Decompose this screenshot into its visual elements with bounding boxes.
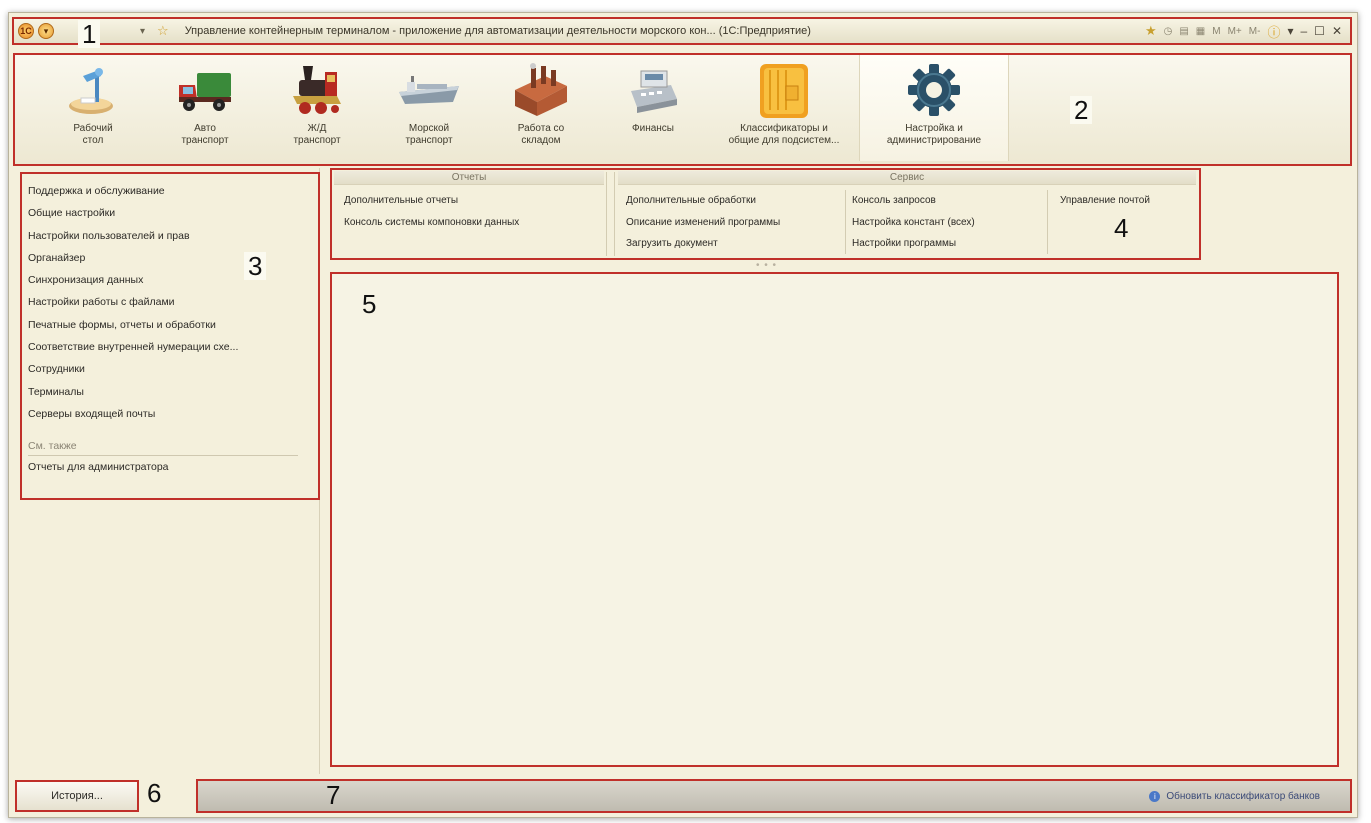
callout-6: 6 — [147, 778, 162, 808]
folder-icon — [752, 59, 816, 121]
cash-register-icon — [621, 59, 685, 121]
callout-5: 5 — [362, 289, 377, 319]
section-desktop[interactable]: Рабочий стол — [37, 55, 149, 161]
favorites-star-icon[interactable]: ☆ — [157, 23, 169, 39]
work-area — [330, 272, 1339, 767]
section-label: Классификаторы и общие для подсистем... — [728, 123, 840, 146]
section-auto-transport[interactable]: Авто транспорт — [149, 55, 261, 161]
section-label: Настройка и администрирование — [886, 123, 982, 146]
main-menu-button[interactable]: ▾ — [38, 23, 54, 39]
info-icon[interactable]: ⓘ — [1267, 22, 1280, 41]
close-button[interactable]: ✕ — [1332, 24, 1342, 38]
info-dropdown-icon[interactable]: ▾ — [1287, 24, 1293, 38]
cmd-additional-reports[interactable]: Дополнительные отчеты — [344, 195, 458, 206]
nav-item-terminals[interactable]: Терминалы — [28, 381, 308, 403]
nav-item-general-settings[interactable]: Общие настройки — [28, 202, 308, 224]
nav-item-employees[interactable]: Сотрудники — [28, 358, 308, 380]
splitter-handle[interactable]: • • • — [756, 260, 777, 271]
reports-group-title: Отчеты — [334, 171, 604, 185]
navigation-panel: Поддержка и обслуживание Общие настройки… — [28, 180, 308, 479]
nav-item-support[interactable]: Поддержка и обслуживание — [28, 180, 308, 202]
section-label: Авто транспорт — [181, 123, 229, 146]
1c-logo-icon[interactable]: 1C — [18, 23, 34, 39]
cmd-program-settings[interactable]: Настройки программы — [852, 238, 956, 249]
window-title: Управление контейнерным терминалом - при… — [184, 25, 811, 37]
calculator-icon[interactable]: ▦ — [1196, 26, 1205, 37]
title-bar: 1C ▾ ▾ ☆ Управление контейнерным термина… — [12, 17, 1352, 45]
section-label: Рабочий стол — [73, 123, 113, 146]
cmd-load-document[interactable]: Загрузить документ — [626, 238, 718, 249]
callout-2: 2 — [1070, 96, 1093, 124]
nav-item-admin-reports[interactable]: Отчеты для администратора — [28, 456, 308, 478]
calendar-icon[interactable]: ▤ — [1179, 26, 1188, 37]
update-bank-classifier-link[interactable]: Обновить классификатор банков — [1166, 791, 1320, 802]
history-button[interactable]: История... — [15, 780, 139, 812]
callout-1: 1 — [78, 20, 101, 48]
cmd-dcs-console[interactable]: Консоль системы компоновки данных — [344, 217, 519, 228]
section-finance[interactable]: Финансы — [597, 55, 709, 161]
section-classifiers[interactable]: Классификаторы и общие для подсистем... — [709, 55, 859, 161]
favorites-icon[interactable]: ★ — [1145, 23, 1157, 39]
see-also-heading: См. также — [28, 439, 298, 457]
cmd-query-console[interactable]: Консоль запросов — [852, 195, 936, 206]
dropdown-arrow-icon[interactable]: ▾ — [140, 26, 145, 37]
cmd-change-log[interactable]: Описание изменений программы — [626, 217, 780, 228]
column-divider — [845, 190, 846, 254]
nav-item-print-forms[interactable]: Печатные формы, отчеты и обработки — [28, 314, 308, 336]
section-settings-admin[interactable]: Настройка и администрирование — [859, 55, 1009, 161]
status-bar: i Обновить классификатор банков — [196, 779, 1352, 813]
group-divider — [614, 172, 615, 256]
section-rail-transport[interactable]: Ж/Д транспорт — [261, 55, 373, 161]
section-label: Морской транспорт — [405, 123, 453, 146]
section-warehouse[interactable]: Работа со складом — [485, 55, 597, 161]
locomotive-icon — [285, 59, 349, 121]
memory-m-button[interactable]: M — [1212, 26, 1220, 37]
nav-item-user-rights[interactable]: Настройки пользователей и прав — [28, 225, 308, 247]
cmd-mail-management[interactable]: Управление почтой — [1060, 195, 1150, 206]
history-icon[interactable]: ◷ — [1164, 26, 1173, 37]
callout-4: 4 — [1114, 213, 1129, 243]
callout-7: 7 — [326, 780, 341, 810]
gear-icon — [902, 59, 966, 121]
maximize-button[interactable]: ☐ — [1314, 24, 1325, 38]
desk-lamp-icon — [61, 59, 125, 121]
section-label: Работа со складом — [517, 123, 565, 146]
cmd-additional-processing[interactable]: Дополнительные обработки — [626, 195, 756, 206]
column-divider — [1047, 190, 1048, 254]
info-icon: i — [1149, 790, 1161, 802]
memory-plus-button[interactable]: M+ — [1228, 26, 1242, 37]
truck-icon — [173, 59, 237, 121]
cmd-constants-settings[interactable]: Настройка констант (всех) — [852, 217, 975, 228]
minimize-button[interactable]: – — [1300, 24, 1307, 38]
section-label: Ж/Д транспорт — [293, 123, 341, 146]
sections-panel: Рабочий стол Авто транспорт Ж/Д транспор… — [13, 53, 1352, 166]
section-label: Финансы — [632, 123, 674, 134]
ship-icon — [397, 59, 461, 121]
warehouse-icon — [509, 59, 573, 121]
nav-item-numbering-mapping[interactable]: Соответствие внутренней нумерации схе... — [28, 336, 308, 358]
callout-3: 3 — [244, 252, 267, 280]
group-divider — [606, 172, 607, 256]
service-group-title: Сервис — [618, 171, 1196, 185]
nav-item-mail-servers[interactable]: Серверы входящей почты — [28, 403, 308, 425]
section-sea-transport[interactable]: Морской транспорт — [373, 55, 485, 161]
memory-minus-button[interactable]: M- — [1249, 26, 1261, 37]
nav-item-file-settings[interactable]: Настройки работы с файлами — [28, 291, 308, 313]
